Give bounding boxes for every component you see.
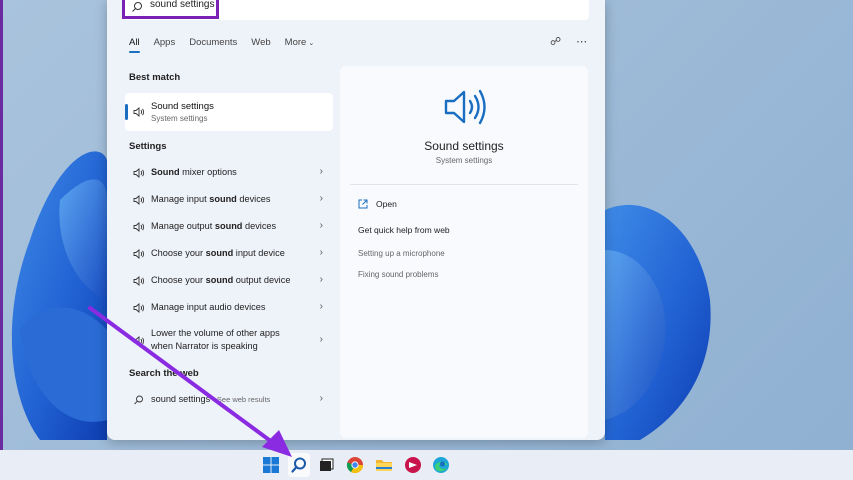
file-explorer-icon[interactable] xyxy=(375,456,393,474)
settings-item[interactable]: Choose your sound input device › xyxy=(125,243,333,265)
chevron-right-icon: › xyxy=(319,247,323,258)
detail-subtitle: System settings xyxy=(435,156,493,165)
tab-all[interactable]: All xyxy=(129,37,140,53)
speaker-icon xyxy=(133,276,144,286)
speaker-icon xyxy=(133,107,144,117)
more-options-icon[interactable]: ⋯ xyxy=(576,35,587,48)
best-match-title: Sound settings xyxy=(151,101,214,112)
settings-item-text: Manage input xyxy=(151,194,210,204)
tab-more-label: More xyxy=(284,37,307,48)
web-result-label: sound settings - See web results xyxy=(151,394,270,404)
settings-item-match: sound xyxy=(214,221,243,231)
settings-item-match: sound xyxy=(205,248,234,258)
section-settings: Settings xyxy=(129,141,167,152)
chevron-right-icon: › xyxy=(319,334,323,345)
settings-item-text-end: devices xyxy=(236,194,271,204)
settings-item-text-end: input device xyxy=(233,248,285,258)
help-link-microphone[interactable]: Setting up a microphone xyxy=(358,249,445,258)
speaker-large-icon xyxy=(444,89,486,125)
windows-start-icon[interactable] xyxy=(262,456,280,474)
tab-apps[interactable]: Apps xyxy=(154,37,176,48)
selection-accent xyxy=(125,104,128,120)
settings-item[interactable]: Manage output sound devices › xyxy=(125,216,333,238)
tab-more[interactable]: More ⌄ xyxy=(285,37,315,48)
settings-item-label: Choose your sound input device xyxy=(151,248,285,258)
help-title: Get quick help from web xyxy=(358,225,450,235)
settings-item-text-end: mixer options xyxy=(179,167,237,177)
settings-item-match: sound xyxy=(205,275,234,285)
settings-item-text: Lower the volume of other apps when Narr… xyxy=(151,328,280,351)
open-label: Open xyxy=(376,199,397,209)
settings-item[interactable]: Manage input sound devices › xyxy=(125,189,333,211)
speaker-icon xyxy=(133,195,144,205)
section-best-match: Best match xyxy=(129,72,181,83)
help-link-sound-problems[interactable]: Fixing sound problems xyxy=(358,270,438,279)
chevron-right-icon: › xyxy=(319,220,323,231)
settings-item[interactable]: Manage input audio devices › xyxy=(125,297,333,319)
settings-item-match: Sound xyxy=(151,167,180,177)
open-action[interactable]: Open xyxy=(358,199,397,209)
settings-item-text: Manage output xyxy=(151,221,215,231)
settings-item-text: Choose your xyxy=(151,248,206,258)
settings-item-match: sound xyxy=(209,194,237,204)
section-search-web: Search the web xyxy=(129,368,199,379)
settings-item-text-end: output device xyxy=(233,275,291,285)
settings-item-label: Sound mixer options xyxy=(151,167,237,177)
filter-icons: ☍ ⋯ xyxy=(550,35,587,48)
settings-item[interactable]: Sound mixer options › xyxy=(125,162,333,184)
chevron-right-icon: › xyxy=(319,193,323,204)
search-box-icon xyxy=(132,2,142,12)
web-result-query: sound settings xyxy=(151,394,211,404)
search-query-text: sound settings xyxy=(150,0,215,10)
settings-item-label: Manage input sound devices xyxy=(151,194,271,204)
settings-item-text: Choose your xyxy=(151,275,206,285)
web-result-suffix: - See web results xyxy=(210,395,271,404)
search-panel: All Apps Documents Web More ⌄ ☍ ⋯ Best ma… xyxy=(107,0,605,440)
chevron-right-icon: › xyxy=(319,166,323,177)
settings-item-label: Choose your sound output device xyxy=(151,275,290,285)
speaker-icon xyxy=(133,336,144,346)
filter-bar: All Apps Documents Web More ⌄ xyxy=(129,37,328,53)
open-external-icon xyxy=(358,199,368,209)
chevron-right-icon: › xyxy=(319,301,323,312)
speaker-icon xyxy=(133,222,144,232)
settings-item-label: Lower the volume of other apps when Narr… xyxy=(151,327,301,353)
detail-title: Sound settings xyxy=(424,139,504,153)
detail-pane: Sound settings System settings Open Get … xyxy=(340,66,588,438)
web-result-item[interactable]: sound settings - See web results › xyxy=(125,389,333,411)
settings-item-label: Manage input audio devices xyxy=(151,302,265,312)
search-icon[interactable] xyxy=(290,456,308,474)
tab-documents[interactable]: Documents xyxy=(189,37,237,48)
best-match-item[interactable]: Sound settings System settings xyxy=(125,93,333,131)
best-match-subtitle: System settings xyxy=(151,114,208,123)
chevron-down-icon: ⌄ xyxy=(308,40,315,47)
chevron-right-icon: › xyxy=(319,274,323,285)
settings-item[interactable]: Choose your sound output device › xyxy=(125,270,333,292)
speaker-icon xyxy=(133,168,144,178)
share-icon[interactable]: ☍ xyxy=(550,35,561,48)
search-query-highlight[interactable]: sound settings xyxy=(122,0,219,19)
chevron-right-icon: › xyxy=(319,393,323,404)
speaker-icon xyxy=(133,303,144,313)
settings-item-text-end: devices xyxy=(242,221,277,231)
speaker-icon xyxy=(133,249,144,259)
tab-web[interactable]: Web xyxy=(251,37,270,48)
chrome-icon[interactable] xyxy=(346,456,364,474)
edge-icon[interactable] xyxy=(432,456,450,474)
divider xyxy=(350,184,578,185)
settings-item-label: Manage output sound devices xyxy=(151,221,276,231)
task-view-icon[interactable] xyxy=(318,456,336,474)
search-icon xyxy=(134,395,143,405)
settings-item-text: Manage input audio devices xyxy=(151,302,266,312)
taskbar xyxy=(0,450,853,480)
settings-item[interactable]: Lower the volume of other apps when Narr… xyxy=(125,326,333,356)
app-icon[interactable] xyxy=(404,456,422,474)
